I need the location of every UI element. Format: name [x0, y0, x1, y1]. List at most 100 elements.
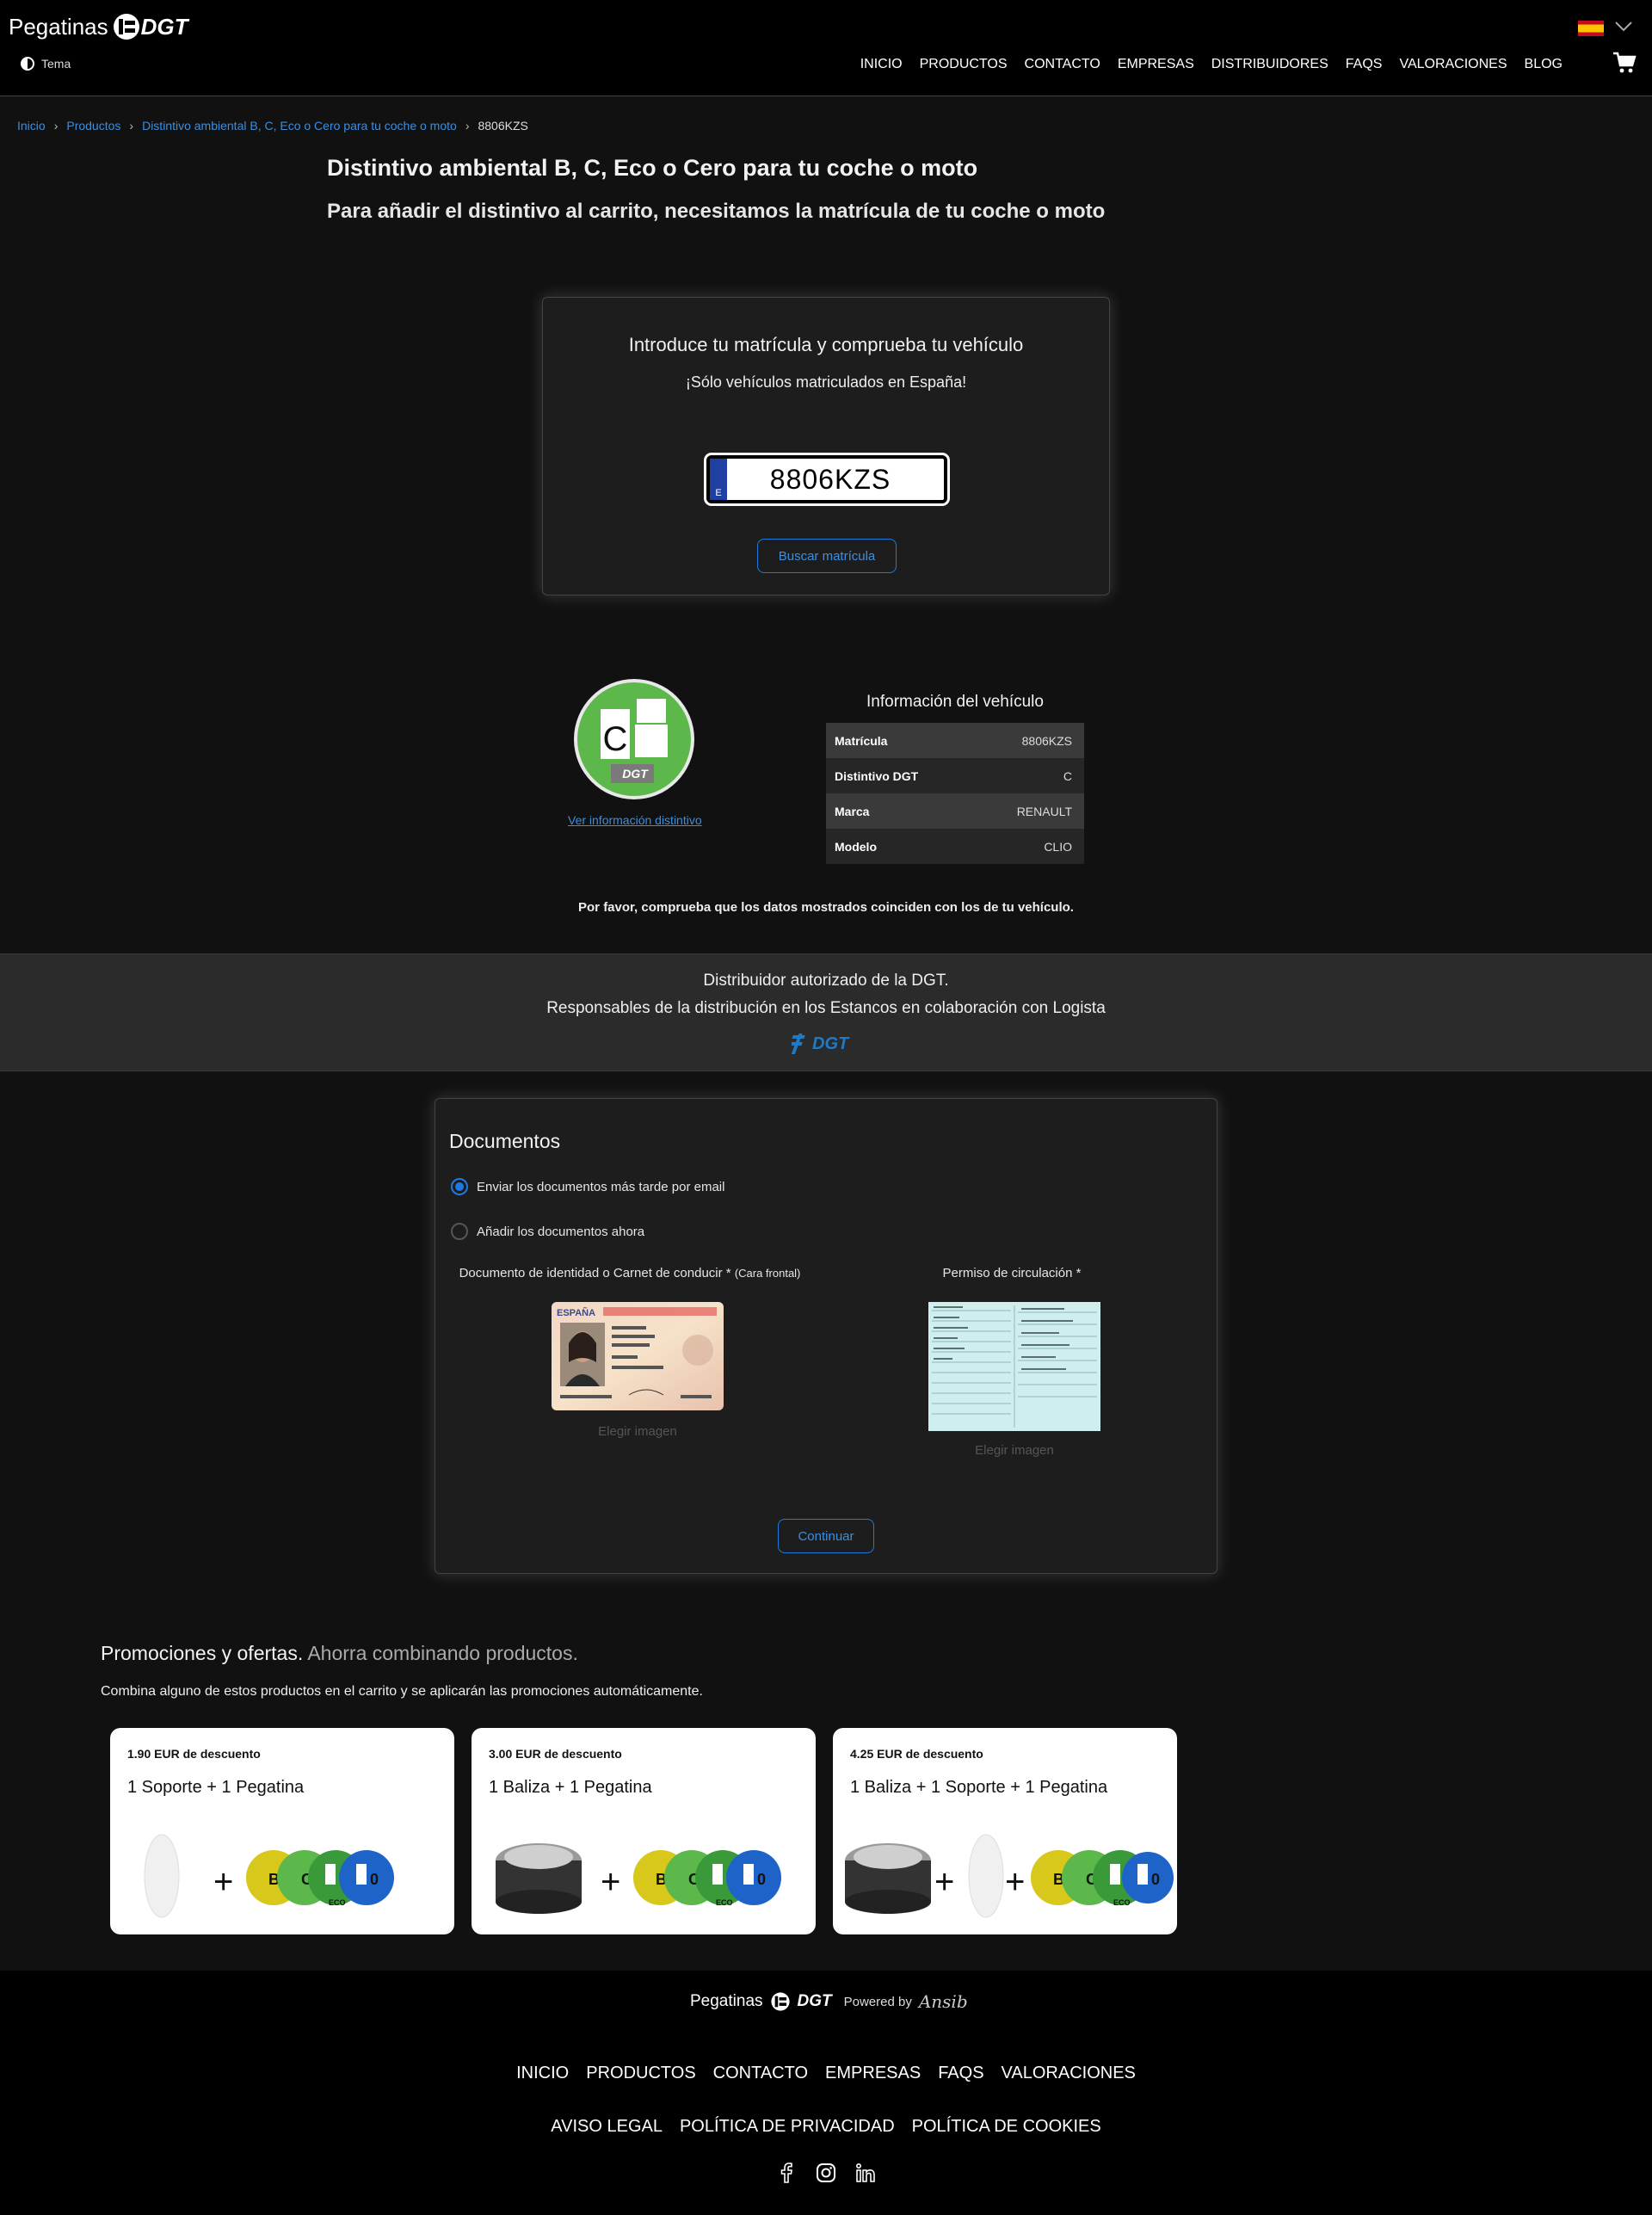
plate-country-band: E: [710, 459, 727, 500]
cart-icon[interactable]: [1612, 52, 1637, 74]
plus-sign: +: [213, 1863, 233, 1901]
theme-label: Tema: [41, 57, 71, 71]
page-subtitle: Para añadir el distintivo al carrito, ne…: [327, 200, 1106, 223]
breadcrumb-inicio[interactable]: Inicio: [17, 119, 46, 133]
facebook-icon[interactable]: [775, 2162, 798, 2184]
promo-card[interactable]: 3.00 EUR de descuento 1 Baliza + 1 Pegat…: [472, 1728, 816, 1934]
circulation-permit-preview[interactable]: [928, 1302, 1100, 1431]
nav-distribuidores[interactable]: DISTRIBUIDORES: [1211, 57, 1328, 72]
send-later-label: Enviar los documentos más tarde por emai…: [477, 1179, 725, 1194]
sticker-eco-label: ECO: [1113, 1898, 1131, 1907]
logo-dgt: DGT: [140, 13, 188, 40]
plus-sign: +: [1005, 1863, 1025, 1901]
promo-products-image: + + B C ECO 0: [845, 1834, 1174, 1918]
footer-nav-inicio[interactable]: INICIO: [516, 2064, 569, 2083]
footer-logo-circle-icon: [770, 1992, 790, 2011]
id-document-label-small: (Cara frontal): [734, 1267, 801, 1280]
promo-card[interactable]: 4.25 EUR de descuento 1 Baliza + 1 Sopor…: [833, 1728, 1177, 1934]
logo-word: Pegatinas: [9, 13, 108, 40]
promo-discount: 3.00 EUR de descuento: [489, 1747, 622, 1761]
id-card-country: ESPAÑA: [557, 1307, 595, 1318]
nav-faqs[interactable]: FAQS: [1346, 57, 1383, 72]
permit-choose-image-button[interactable]: Elegir imagen: [928, 1443, 1100, 1458]
footer-nav-privacidad[interactable]: POLÍTICA DE PRIVACIDAD: [680, 2117, 895, 2137]
footer-nav-faqs[interactable]: FAQS: [938, 2064, 983, 2083]
nav-empresas[interactable]: EMPRESAS: [1118, 57, 1194, 72]
nav-inicio[interactable]: INICIO: [860, 57, 903, 72]
add-now-option[interactable]: Añadir los documentos ahora: [451, 1223, 644, 1240]
footer-logo-dgt: DGT: [797, 1992, 832, 2010]
footer-nav-aviso-legal[interactable]: AVISO LEGAL: [551, 2117, 663, 2137]
ansib-logo[interactable]: Ansib: [919, 1991, 968, 2012]
main-nav: INICIO PRODUCTOS CONTACTO EMPRESAS DISTR…: [860, 57, 1563, 72]
footer-nav-productos[interactable]: PRODUCTOS: [586, 2064, 695, 2083]
language-chevron-down-icon[interactable]: [1614, 19, 1633, 37]
breadcrumb-distintivo[interactable]: Distintivo ambiental B, C, Eco o Cero pa…: [142, 119, 457, 133]
theme-toggle[interactable]: Tema: [21, 57, 71, 71]
promo-products-image: + B C ECO 0: [144, 1834, 394, 1918]
promo-name: 1 Soporte + 1 Pegatina: [127, 1778, 305, 1797]
logo-badge: DGT: [112, 12, 188, 41]
check-data-note: Por favor, comprueba que los datos mostr…: [578, 900, 1074, 915]
instagram-icon[interactable]: [815, 2162, 837, 2184]
promo-name: 1 Baliza + 1 Pegatina: [489, 1778, 652, 1797]
promo-card[interactable]: 1.90 EUR de descuento 1 Soporte + 1 Pega…: [110, 1728, 454, 1934]
site-logo[interactable]: Pegatinas DGT: [9, 12, 188, 41]
footer-nav-cookies[interactable]: POLÍTICA DE COOKIES: [912, 2117, 1101, 2137]
row-key: Modelo: [835, 839, 877, 854]
add-now-label: Añadir los documentos ahora: [477, 1224, 645, 1239]
row-value: CLIO: [1044, 839, 1072, 854]
promo-discount: 4.25 EUR de descuento: [850, 1747, 983, 1761]
nav-valoraciones[interactable]: VALORACIONES: [1399, 57, 1507, 72]
breadcrumb: Inicio › Productos › Distintivo ambienta…: [17, 119, 528, 133]
permit-label: Permiso de circulación *: [942, 1266, 1082, 1280]
distintivo-c-sticker: C DGT: [574, 679, 694, 799]
id-document-label: Documento de identidad o Carnet de condu…: [458, 1266, 802, 1280]
plate-input[interactable]: [727, 463, 934, 496]
spain-flag-icon[interactable]: [1578, 21, 1604, 36]
sticker-letter: C: [603, 720, 628, 758]
sticker-zero-label: 0: [757, 1871, 766, 1888]
plus-sign: +: [934, 1863, 954, 1901]
plate-search-card: Introduce tu matrícula y comprueba tu ve…: [542, 297, 1110, 595]
promotions-subtitle: Combina alguno de estos productos en el …: [101, 1684, 703, 1699]
distributor-banner: Distribuidor autorizado de la DGT. Respo…: [0, 953, 1652, 1071]
promo-products-image: + B C ECO 0: [496, 1843, 781, 1914]
row-key: Marca: [835, 804, 870, 818]
nav-blog[interactable]: BLOG: [1525, 57, 1563, 72]
id-card-preview[interactable]: ESPAÑA: [552, 1302, 724, 1410]
row-value: C: [1063, 768, 1072, 783]
powered-by-label: Powered by: [843, 1994, 912, 2009]
plus-sign: +: [601, 1863, 620, 1901]
nav-contacto[interactable]: CONTACTO: [1025, 57, 1100, 72]
breadcrumb-productos[interactable]: Productos: [66, 119, 120, 133]
row-value: RENAULT: [1016, 804, 1072, 818]
send-later-radio[interactable]: [451, 1178, 468, 1195]
sticker-dgt: DGT: [622, 767, 649, 780]
row-value: 8806KZS: [1021, 733, 1072, 748]
table-row: Modelo CLIO: [826, 829, 1084, 864]
footer-logo-word: Pegatinas: [690, 1992, 763, 2010]
nav-productos[interactable]: PRODUCTOS: [920, 57, 1008, 72]
footer-nav-contacto[interactable]: CONTACTO: [713, 2064, 808, 2083]
sticker-zero-label: 0: [370, 1871, 379, 1888]
footer-logo[interactable]: Pegatinas DGT Powered by Ansib: [690, 1991, 968, 2012]
promo-discount: 1.90 EUR de descuento: [127, 1747, 261, 1761]
banner-line-2: Responsables de la distribución en los E…: [546, 999, 1106, 1017]
id-choose-image-button[interactable]: Elegir imagen: [552, 1424, 724, 1439]
add-now-radio[interactable]: [451, 1223, 468, 1240]
footer-nav-primary: INICIO PRODUCTOS CONTACTO EMPRESAS FAQS …: [0, 2064, 1652, 2083]
footer-nav-valoraciones[interactable]: VALORACIONES: [1002, 2064, 1136, 2083]
continue-button[interactable]: Continuar: [778, 1519, 874, 1553]
linkedin-icon[interactable]: [854, 2162, 877, 2184]
vehicle-info-title: Información del vehículo: [866, 693, 1044, 711]
footer-nav-empresas[interactable]: EMPRESAS: [825, 2064, 921, 2083]
breadcrumb-chevron-icon: ›: [465, 119, 470, 133]
site-header: Pegatinas DGT Tema INICIO PRODUCTOS CONT…: [0, 0, 1652, 96]
plate-card-subtitle: ¡Sólo vehículos matriculados en España!: [685, 373, 967, 391]
search-plate-button[interactable]: Buscar matrícula: [757, 539, 897, 573]
send-later-option[interactable]: Enviar los documentos más tarde por emai…: [451, 1178, 724, 1195]
dgt-logo: DGT: [792, 1033, 850, 1054]
sticker-zero-label: 0: [1151, 1871, 1160, 1888]
view-distintivo-info-link[interactable]: Ver información distintivo: [568, 813, 702, 827]
